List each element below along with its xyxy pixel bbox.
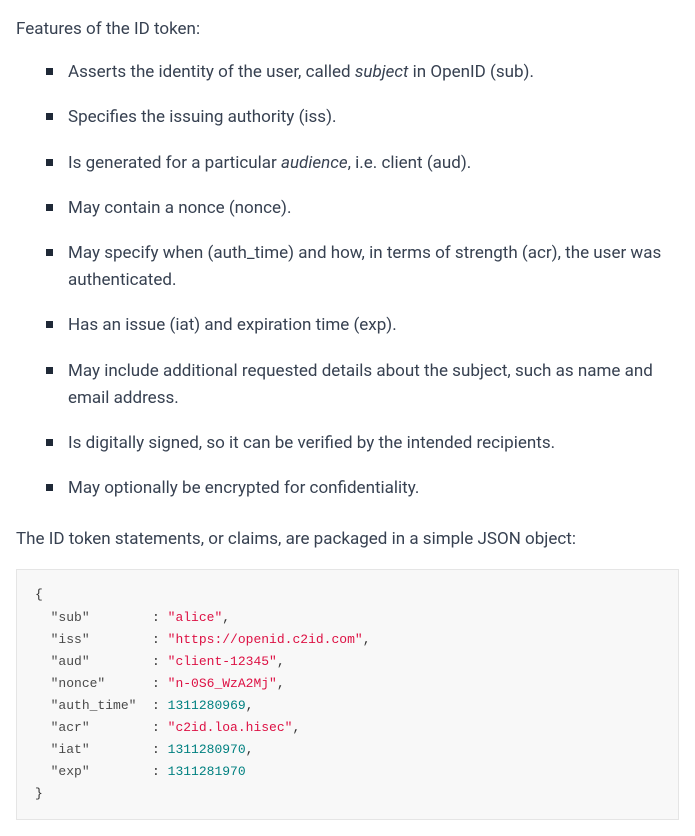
code-value: "https://openid.c2id.com"	[168, 632, 363, 647]
feature-text-pre: May contain a nonce (nonce).	[68, 198, 291, 218]
list-item: May optionally be encrypted for confiden…	[46, 475, 679, 502]
claims-intro-text: The ID token statements, or claims, are …	[16, 526, 679, 553]
code-key: "iss"	[51, 632, 90, 647]
list-item: May contain a nonce (nonce).	[46, 195, 679, 222]
feature-text-italic: subject	[355, 62, 409, 82]
feature-text-pre: May include additional requested details…	[68, 361, 653, 408]
code-comma: ,	[246, 698, 254, 713]
code-colon: :	[144, 654, 167, 669]
code-value: 1311280969	[168, 698, 246, 713]
code-key: "aud"	[51, 654, 90, 669]
list-item: Has an issue (iat) and expiration time (…	[46, 312, 679, 339]
code-block: { "sub" : "alice", "iss" : "https://open…	[16, 569, 679, 820]
code-key: "nonce"	[51, 676, 106, 691]
code-comma: ,	[277, 676, 285, 691]
code-colon: :	[144, 742, 167, 757]
code-value: 1311281970	[168, 764, 246, 779]
code-key: "acr"	[51, 720, 90, 735]
feature-text-pre: Is generated for a particular	[68, 153, 281, 173]
code-comma: ,	[222, 610, 230, 625]
code-colon: :	[144, 720, 167, 735]
feature-text-pre: May optionally be encrypted for confiden…	[68, 478, 419, 498]
list-item: Is digitally signed, so it can be verifi…	[46, 430, 679, 457]
feature-text-italic: audience	[281, 153, 348, 173]
code-brace-close: }	[35, 786, 43, 801]
code-colon: :	[144, 764, 167, 779]
feature-text-pre: Has an issue (iat) and expiration time (…	[68, 315, 397, 335]
feature-text-pre: Is digitally signed, so it can be verifi…	[68, 433, 555, 453]
code-comma: ,	[277, 654, 285, 669]
code-key: "iat"	[51, 742, 90, 757]
code-value: "alice"	[168, 610, 223, 625]
feature-text-post: in OpenID (sub).	[408, 62, 534, 82]
list-item: Specifies the issuing authority (iss).	[46, 104, 679, 131]
feature-text-pre: Asserts the identity of the user, called	[68, 62, 355, 82]
code-value: "client-12345"	[168, 654, 277, 669]
feature-text-pre: May specify when (auth_time) and how, in…	[68, 243, 661, 290]
code-comma: ,	[246, 742, 254, 757]
list-item: May include additional requested details…	[46, 358, 679, 412]
intro-text: Features of the ID token:	[16, 16, 679, 43]
list-item: Asserts the identity of the user, called…	[46, 59, 679, 86]
feature-text-post: , i.e. client (aud).	[348, 153, 472, 173]
code-value: 1311280970	[168, 742, 246, 757]
code-colon: :	[144, 698, 167, 713]
code-brace-open: {	[35, 587, 43, 602]
feature-list: Asserts the identity of the user, called…	[46, 59, 679, 502]
code-colon: :	[144, 676, 167, 691]
code-key: "sub"	[51, 610, 90, 625]
code-key: "exp"	[51, 764, 90, 779]
code-value: "n-0S6_WzA2Mj"	[168, 676, 277, 691]
code-colon: :	[144, 610, 167, 625]
code-colon: :	[144, 632, 167, 647]
code-comma: ,	[292, 720, 300, 735]
list-item: May specify when (auth_time) and how, in…	[46, 240, 679, 294]
list-item: Is generated for a particular audience, …	[46, 150, 679, 177]
code-value: "c2id.loa.hisec"	[168, 720, 293, 735]
code-key: "auth_time"	[51, 698, 137, 713]
feature-text-pre: Specifies the issuing authority (iss).	[68, 107, 336, 127]
code-comma: ,	[363, 632, 371, 647]
